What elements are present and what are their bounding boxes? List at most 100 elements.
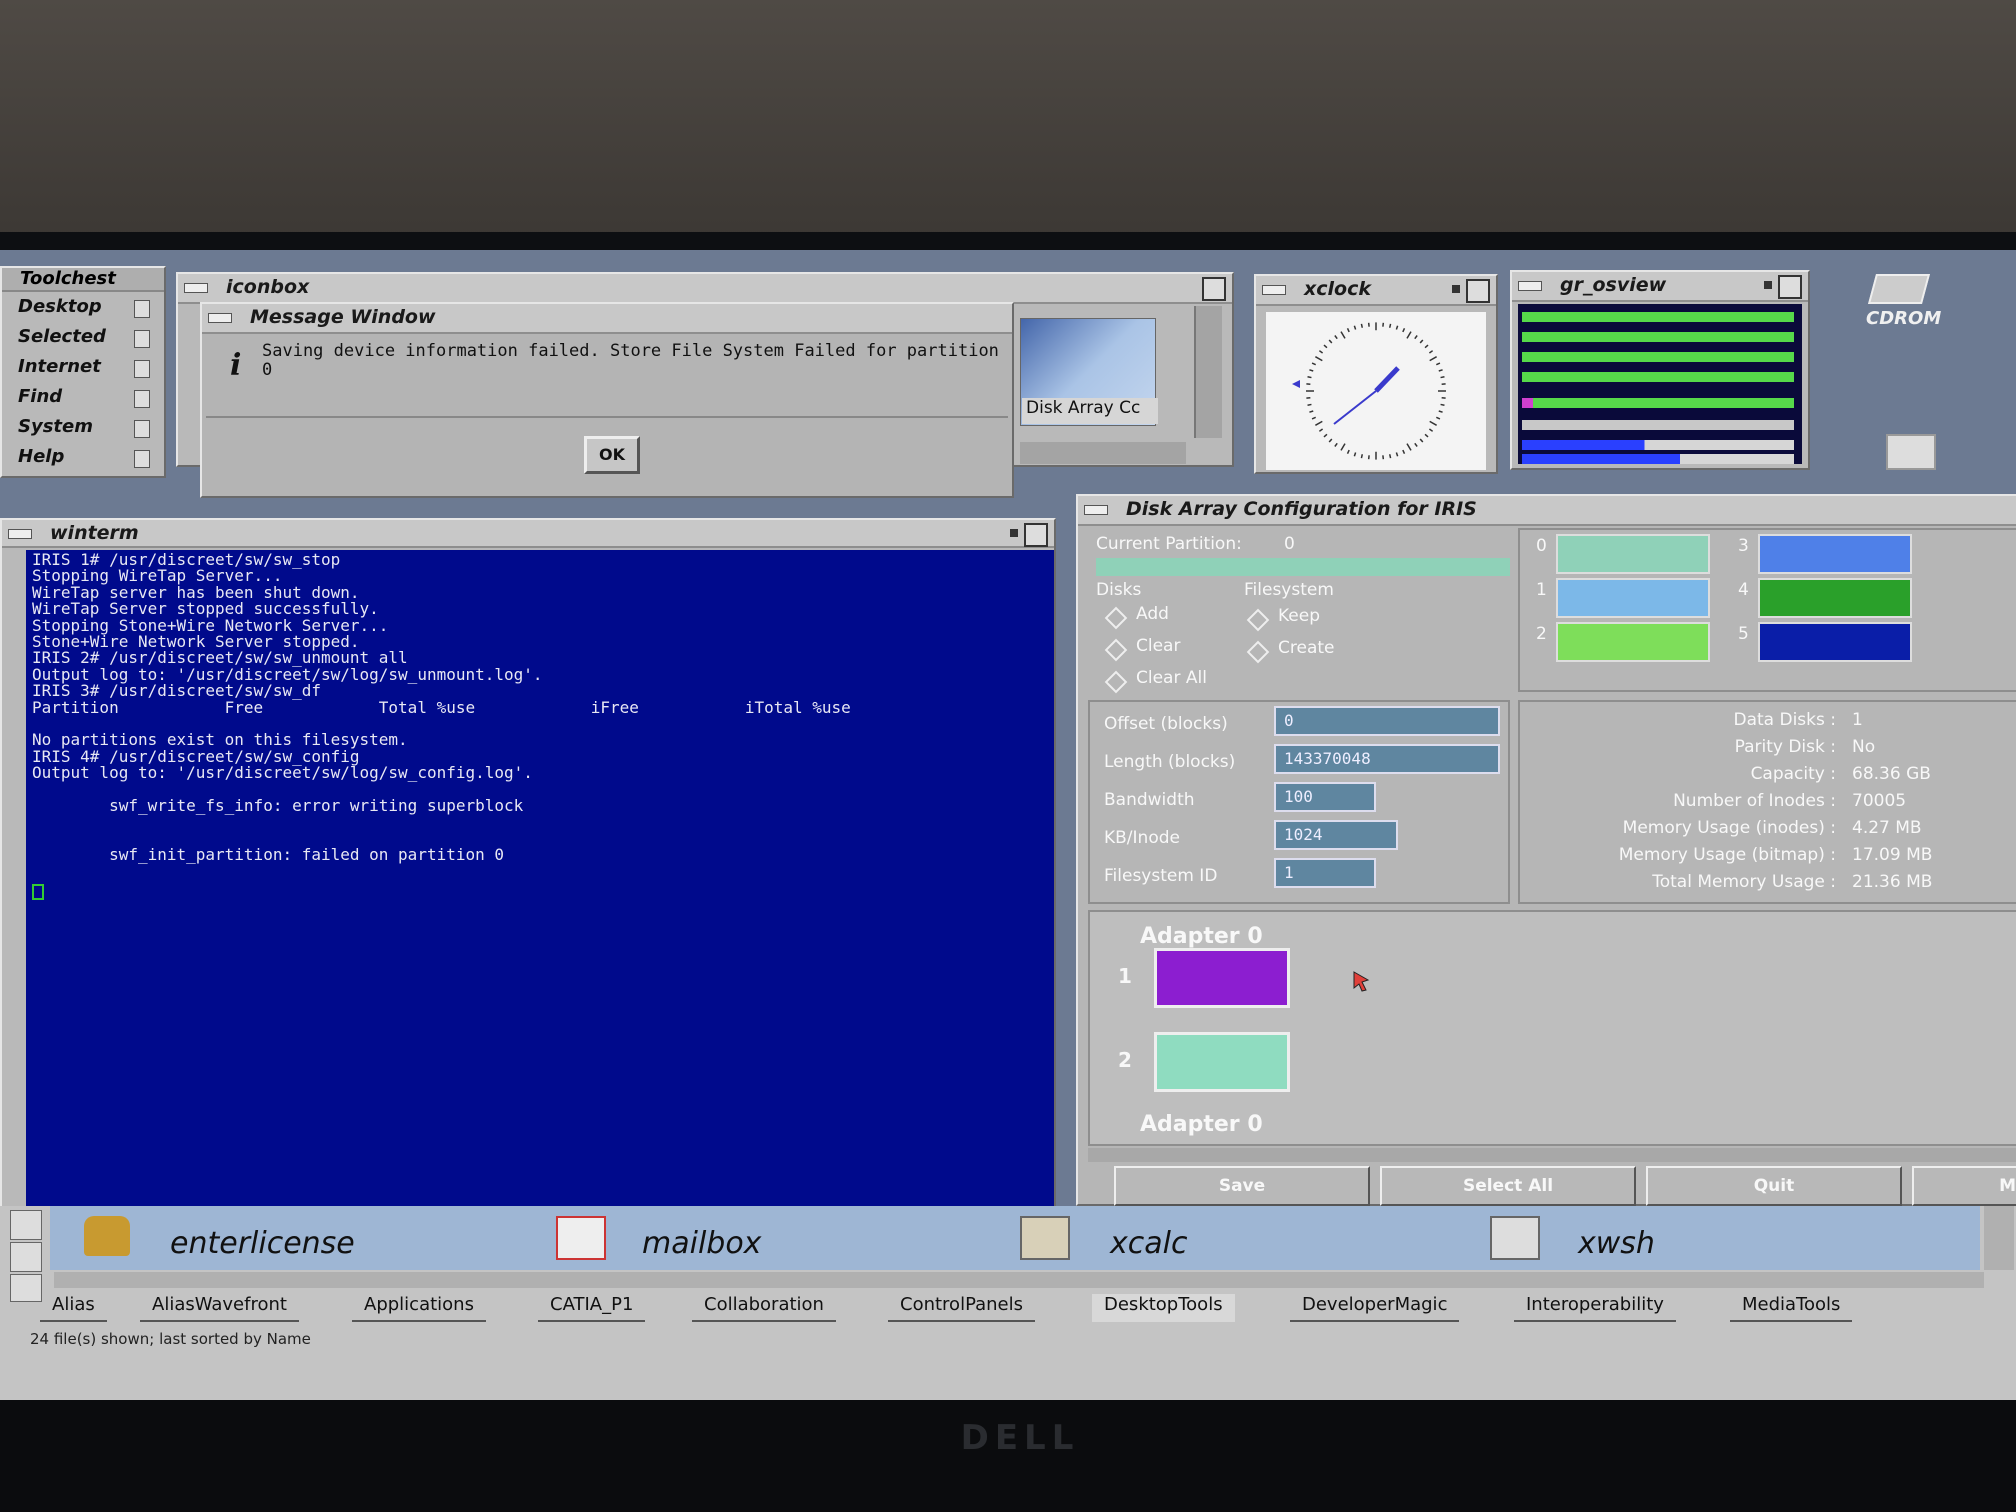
iconbox-vertical-scrollbar[interactable] [1194, 306, 1222, 438]
window-menu-icon[interactable] [208, 313, 232, 323]
toolchest-item-help[interactable]: Help [6, 446, 156, 472]
info-value: 21.36 MB [1852, 872, 1933, 892]
more-button[interactable]: M [1912, 1166, 2016, 1206]
app-xwsh[interactable]: xwsh [1578, 1226, 1655, 1261]
window-menu-icon[interactable] [1518, 281, 1542, 291]
window-menu-icon[interactable] [8, 529, 32, 539]
tab-controlpanels[interactable]: ControlPanels [888, 1294, 1036, 1322]
tab-mediatools[interactable]: MediaTools [1730, 1294, 1853, 1322]
list-view-icon[interactable] [10, 1210, 42, 1240]
tab-catia-p1[interactable]: CATIA_P1 [538, 1294, 646, 1322]
cdrom-icon[interactable] [1867, 274, 1931, 304]
terminal-output[interactable]: IRIS 1# /usr/discreet/sw/sw_stop Stoppin… [26, 550, 1054, 1218]
toolchest-item-internet[interactable]: Internet [6, 356, 156, 382]
folder-icon[interactable] [1886, 434, 1936, 470]
dell-logo: DELL [960, 1418, 1080, 1458]
xclock-titlebar[interactable]: xclock [1256, 276, 1496, 306]
toolchest-item-find[interactable]: Find [6, 386, 156, 412]
partition-swatch-3[interactable] [1758, 534, 1912, 574]
window-menu-icon[interactable] [1084, 505, 1108, 515]
bandwidth-input[interactable]: 100 [1274, 782, 1376, 812]
app-enterlicense[interactable]: enterlicense [170, 1226, 355, 1261]
partition-swatch-1[interactable] [1556, 578, 1710, 618]
mailbox-icon[interactable] [556, 1216, 606, 1260]
ok-button[interactable]: OK [584, 436, 640, 474]
radio-clear[interactable] [1104, 638, 1128, 662]
file-area-horizontal-scrollbar[interactable] [54, 1272, 1984, 1288]
clock-tick [1323, 433, 1328, 438]
shell-window-icon[interactable] [1490, 1216, 1540, 1260]
radio-keep[interactable] [1246, 608, 1270, 632]
tab-desktoptools[interactable]: DesktopTools [1092, 1294, 1235, 1322]
toolchest-title: Toolchest [2, 268, 164, 292]
adapter-horizontal-scrollbar[interactable] [1088, 1148, 2016, 1162]
disk-config-titlebar[interactable]: Disk Array Configuration for IRIS [1078, 496, 2016, 526]
xclock-window: xclock [1254, 274, 1498, 474]
toolchest-item-system[interactable]: System [6, 416, 156, 442]
save-button[interactable]: Save [1114, 1166, 1370, 1206]
offset-input[interactable]: 0 [1274, 706, 1500, 736]
clock-tick [1438, 410, 1443, 413]
app-mailbox[interactable]: mailbox [642, 1226, 761, 1261]
info-value: 1 [1852, 710, 1863, 730]
osview-bar [1522, 332, 1794, 342]
toolchest-item-selected[interactable]: Selected [6, 326, 156, 352]
tab-developermagic[interactable]: DeveloperMagic [1290, 1294, 1460, 1322]
filesystem-id-input[interactable]: 1 [1274, 858, 1376, 888]
minimize-icon[interactable] [1764, 281, 1772, 289]
window-menu-icon[interactable] [1262, 285, 1286, 295]
radio-create[interactable] [1246, 640, 1270, 664]
winterm-titlebar[interactable]: winterm [2, 520, 1054, 548]
radio-clear-all[interactable] [1104, 670, 1128, 694]
tab-alias[interactable]: Alias [40, 1294, 107, 1322]
maximize-icon[interactable] [1778, 275, 1802, 299]
osview-titlebar[interactable]: gr_osview [1512, 272, 1808, 302]
radio-add[interactable] [1104, 606, 1128, 630]
message-window-titlebar[interactable]: Message Window [202, 304, 1012, 334]
info-label: Parity Disk : [1734, 737, 1836, 757]
partition-swatch-2[interactable] [1556, 622, 1710, 662]
face-view-icon[interactable] [10, 1274, 42, 1302]
quit-button[interactable]: Quit [1646, 1166, 1902, 1206]
partition-swatch-5[interactable] [1758, 622, 1912, 662]
clock-tick [1402, 449, 1406, 454]
window-menu-icon[interactable] [184, 283, 208, 293]
adapter-title: Adapter 0 [1140, 924, 1263, 949]
adapter-disk-1[interactable] [1154, 948, 1290, 1008]
info-value: 68.36 GB [1852, 764, 1931, 784]
partition-number: 3 [1738, 536, 1749, 556]
clock-tick [1353, 452, 1357, 457]
toolchest-item-desktop[interactable]: Desktop [6, 296, 156, 322]
calculator-icon[interactable] [1020, 1216, 1070, 1260]
length-input[interactable]: 143370048 [1274, 744, 1500, 774]
select-all-button[interactable]: Select All [1380, 1166, 1636, 1206]
clock-tick [1307, 376, 1312, 379]
grid-view-icon[interactable] [10, 1242, 42, 1272]
file-area-vertical-scrollbar[interactable] [1984, 1206, 2014, 1270]
iconbox-titlebar[interactable]: iconbox [178, 274, 1232, 304]
iconbox-horizontal-scrollbar[interactable] [1020, 442, 1186, 464]
kb-inode-input[interactable]: 1024 [1274, 820, 1398, 850]
osview-bar [1522, 312, 1794, 322]
cdrom-label: CDROM [1866, 308, 1942, 329]
minimize-icon[interactable] [1010, 529, 1018, 537]
maximize-icon[interactable] [1202, 277, 1226, 301]
adapter-disk-2[interactable] [1154, 1032, 1290, 1092]
app-xcalc[interactable]: xcalc [1110, 1226, 1187, 1261]
clock-tick [1334, 442, 1338, 447]
maximize-icon[interactable] [1466, 279, 1490, 303]
partition-swatch-0[interactable] [1556, 534, 1710, 574]
tab-applications[interactable]: Applications [352, 1294, 486, 1322]
tab-aliaswavefront[interactable]: AliasWavefront [140, 1294, 299, 1322]
tab-collaboration[interactable]: Collaboration [692, 1294, 836, 1322]
adapter-title-2: Adapter 0 [1140, 1112, 1263, 1137]
tab-interoperability[interactable]: Interoperability [1514, 1294, 1676, 1322]
partition-swatch-4[interactable] [1758, 578, 1912, 618]
clock-tick [1435, 416, 1441, 420]
minimize-icon[interactable] [1452, 285, 1460, 293]
radio-clear-label: Clear [1136, 636, 1181, 656]
submenu-icon [134, 330, 150, 348]
clock-tick [1429, 420, 1437, 426]
lock-icon[interactable] [84, 1216, 130, 1256]
maximize-icon[interactable] [1024, 523, 1048, 547]
